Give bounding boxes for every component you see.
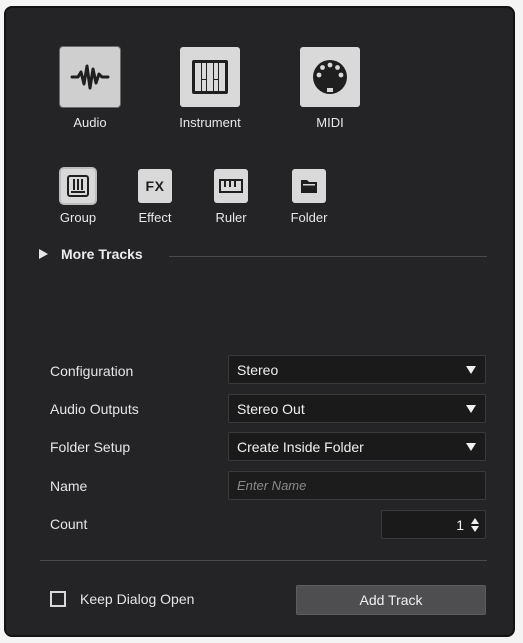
dropdown-caret-icon: [466, 404, 476, 413]
expand-triangle-icon: [39, 249, 48, 259]
more-tracks-divider: [169, 256, 487, 257]
keep-dialog-open-checkbox-row[interactable]: Keep Dialog Open: [50, 591, 194, 607]
dropdown-caret-icon: [466, 365, 476, 374]
spin-arrows-icon[interactable]: [471, 517, 479, 532]
name-label: Name: [50, 478, 88, 494]
add-track-dialog: Audio Instrument MIDI Group FX Effect Ru…: [4, 6, 515, 637]
more-tracks-label: More Tracks: [61, 246, 143, 262]
group-tile-box: [61, 169, 95, 203]
footer-divider: [40, 560, 487, 561]
midi-connector-icon: [313, 60, 347, 94]
name-input[interactable]: [228, 471, 486, 500]
waveform-icon: [70, 64, 110, 90]
track-type-instrument-label: Instrument: [179, 115, 241, 130]
folder-setup-label: Folder Setup: [50, 439, 131, 455]
track-type-ruler-label: Ruler: [215, 210, 247, 225]
track-type-effect-label: Effect: [138, 210, 172, 225]
configuration-label: Configuration: [50, 363, 134, 379]
add-track-button[interactable]: Add Track: [296, 585, 486, 615]
track-type-audio-label: Audio: [73, 115, 107, 130]
spin-down-icon[interactable]: [471, 525, 479, 532]
configuration-value: Stereo: [237, 361, 279, 378]
track-type-group[interactable]: Group: [46, 169, 110, 225]
folder-setup-select[interactable]: Create Inside Folder: [228, 432, 486, 461]
ruler-tile-box: [214, 169, 248, 203]
keep-dialog-open-label: Keep Dialog Open: [80, 591, 195, 607]
track-type-group-label: Group: [59, 210, 97, 225]
folder-icon: [301, 180, 317, 193]
track-type-instrument[interactable]: Instrument: [168, 47, 252, 130]
configuration-select[interactable]: Stereo: [228, 355, 486, 384]
track-type-effect[interactable]: FX Effect: [123, 169, 187, 225]
count-label: Count: [50, 516, 88, 532]
track-type-midi-label: MIDI: [316, 115, 344, 130]
track-type-audio[interactable]: Audio: [48, 47, 132, 130]
audio-outputs-select[interactable]: Stereo Out: [228, 394, 486, 423]
more-tracks-toggle[interactable]: More Tracks: [39, 246, 143, 262]
track-type-ruler[interactable]: Ruler: [199, 169, 263, 225]
instrument-tile-box: [180, 47, 240, 107]
keep-dialog-open-checkbox[interactable]: [50, 591, 66, 607]
ruler-icon: [219, 179, 243, 193]
effect-tile-box: FX: [138, 169, 172, 203]
dropdown-caret-icon: [466, 442, 476, 451]
folder-setup-value: Create Inside Folder: [237, 438, 364, 455]
count-stepper[interactable]: 1: [381, 510, 486, 539]
audio-outputs-value: Stereo Out: [237, 400, 305, 417]
audio-tile-box: [60, 47, 120, 107]
folder-tile-box: [292, 169, 326, 203]
count-value: 1: [456, 516, 464, 533]
group-fader-icon: [67, 175, 89, 197]
track-type-folder-label: Folder: [290, 210, 328, 225]
track-type-folder[interactable]: Folder: [277, 169, 341, 225]
fx-icon: FX: [145, 178, 165, 194]
piano-keys-icon: [192, 60, 228, 94]
track-type-midi[interactable]: MIDI: [288, 47, 372, 130]
midi-tile-box: [300, 47, 360, 107]
audio-outputs-label: Audio Outputs: [50, 401, 139, 417]
spin-up-icon[interactable]: [471, 517, 479, 524]
